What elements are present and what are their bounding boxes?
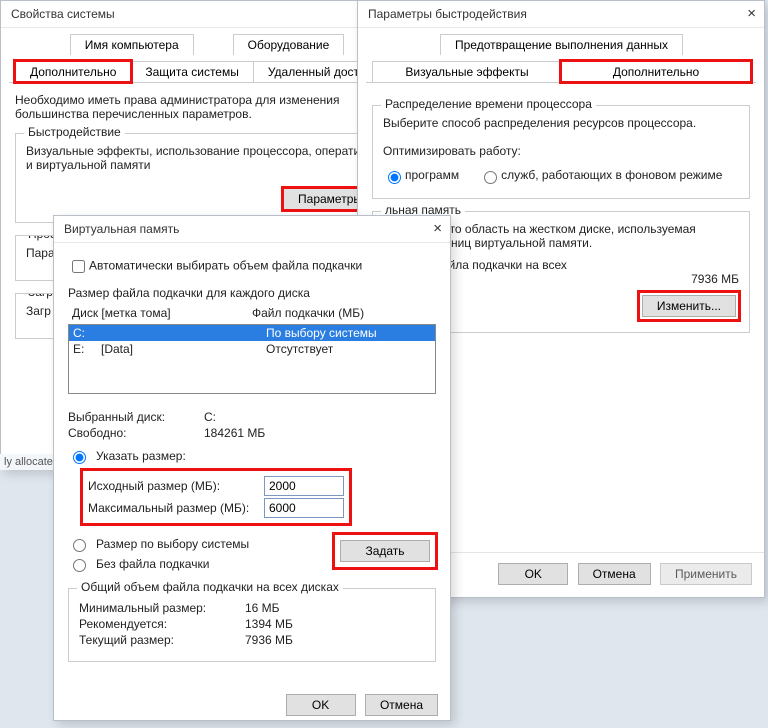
cur-lbl: Текущий размер: (79, 633, 239, 647)
rec-val: 1394 МБ (245, 617, 293, 631)
tab-protection[interactable]: Защита системы (130, 61, 253, 82)
sched-text: Выберите способ распределения ресурсов п… (383, 116, 739, 130)
input-max-size[interactable] (264, 498, 344, 518)
tab-dep[interactable]: Предотвращение выполнения данных (440, 34, 683, 55)
titlebar-vm: Виртуальная память × (54, 216, 450, 243)
radio-no-pagefile[interactable]: Без файла подкачки (68, 556, 328, 572)
group-performance: Быстродействие Визуальные эффекты, испол… (15, 133, 398, 223)
opt-radio-row: программ служб, работающих в фоновом реж… (383, 168, 739, 184)
col-pf: Файл подкачки (МБ) (252, 306, 432, 320)
perf-desc: Визуальные эффекты, использование процес… (26, 144, 387, 172)
title-text-perf: Параметры быстродействия (368, 7, 527, 21)
tab-adv-perf[interactable]: Дополнительно (561, 61, 751, 82)
group-scheduling: Распределение времени процессора Выберит… (372, 105, 750, 199)
radio-programs[interactable]: программ (383, 168, 459, 184)
list-header: Диск [метка тома] Файл подкачки (МБ) (68, 304, 436, 320)
tab-hardware[interactable]: Оборудование (233, 34, 345, 55)
tabs-row2: Дополнительно Защита системы Удаленный д… (9, 61, 404, 83)
col-drive: Диск [метка тома] (72, 306, 252, 320)
tab-computer-name[interactable]: Имя компьютера (70, 34, 194, 55)
title-text: Свойства системы (11, 7, 115, 21)
vm-total-value: 7936 МБ (691, 272, 739, 286)
free-val: 184261 МБ (204, 426, 265, 440)
drive-listbox[interactable]: C: По выбору системы E: [Data] Отсутству… (68, 324, 436, 394)
radio-custom-size[interactable]: Указать размер: (68, 448, 436, 464)
group-total: Общий объем файла подкачки на всех диска… (68, 588, 436, 662)
button-change-vm[interactable]: Изменить... (642, 295, 736, 317)
free-lbl: Свободно: (68, 426, 198, 440)
list-item-c[interactable]: C: По выбору системы (69, 325, 435, 341)
titlebar-sysprops: Свойства системы (1, 1, 412, 28)
sel-drive-lbl: Выбранный диск: (68, 410, 198, 424)
min-val: 16 МБ (245, 601, 280, 615)
button-ok-perf[interactable]: OK (498, 563, 568, 585)
sel-drive-val: C: (204, 410, 216, 424)
checkbox-auto[interactable]: Автоматически выбирать объем файла подка… (68, 257, 436, 276)
label-total: Общий объем файла подкачки на всех диска… (77, 580, 343, 594)
button-set[interactable]: Задать (340, 540, 430, 562)
initial-label: Исходный размер (МБ): (88, 479, 258, 493)
perf-tabs-row1: Предотвращение выполнения данных (366, 34, 756, 55)
titlebar-perfopts: Параметры быстродействия × (358, 1, 764, 28)
button-cancel-vm[interactable]: Отмена (365, 694, 438, 716)
max-label: Максимальный размер (МБ): (88, 501, 258, 515)
title-text-vm: Виртуальная память (64, 222, 179, 236)
window-virtual-memory: Виртуальная память × Автоматически выбир… (53, 215, 451, 721)
cur-val: 7936 МБ (245, 633, 293, 647)
tab-advanced[interactable]: Дополнительно (15, 61, 131, 82)
button-cancel-perf[interactable]: Отмена (578, 563, 651, 585)
button-ok-vm[interactable]: OK (286, 694, 356, 716)
label-performance: Быстродействие (24, 125, 125, 139)
radio-system-managed[interactable]: Размер по выбору системы (68, 536, 328, 552)
min-lbl: Минимальный размер: (79, 601, 239, 615)
perdrive-label: Размер файла подкачки для каждого диска (68, 286, 436, 300)
close-icon-vm[interactable]: × (433, 220, 442, 237)
perf-tabs-row2: Визуальные эффекты Дополнительно (366, 61, 756, 83)
label-scheduling: Распределение времени процессора (381, 97, 596, 111)
admin-note: Необходимо иметь права администратора дл… (15, 93, 398, 121)
list-item-e[interactable]: E: [Data] Отсутствует (69, 341, 435, 357)
tabs-row1: Имя компьютера Оборудование (9, 34, 404, 55)
radio-services[interactable]: служб, работающих в фоновом режиме (479, 168, 722, 184)
close-icon[interactable]: × (747, 5, 756, 22)
tab-visual[interactable]: Визуальные эффекты (372, 61, 562, 82)
rec-lbl: Рекомендуется: (79, 617, 239, 631)
button-apply-perf: Применить (660, 563, 752, 585)
opt-label: Оптимизировать работу: (383, 144, 739, 158)
input-initial-size[interactable] (264, 476, 344, 496)
